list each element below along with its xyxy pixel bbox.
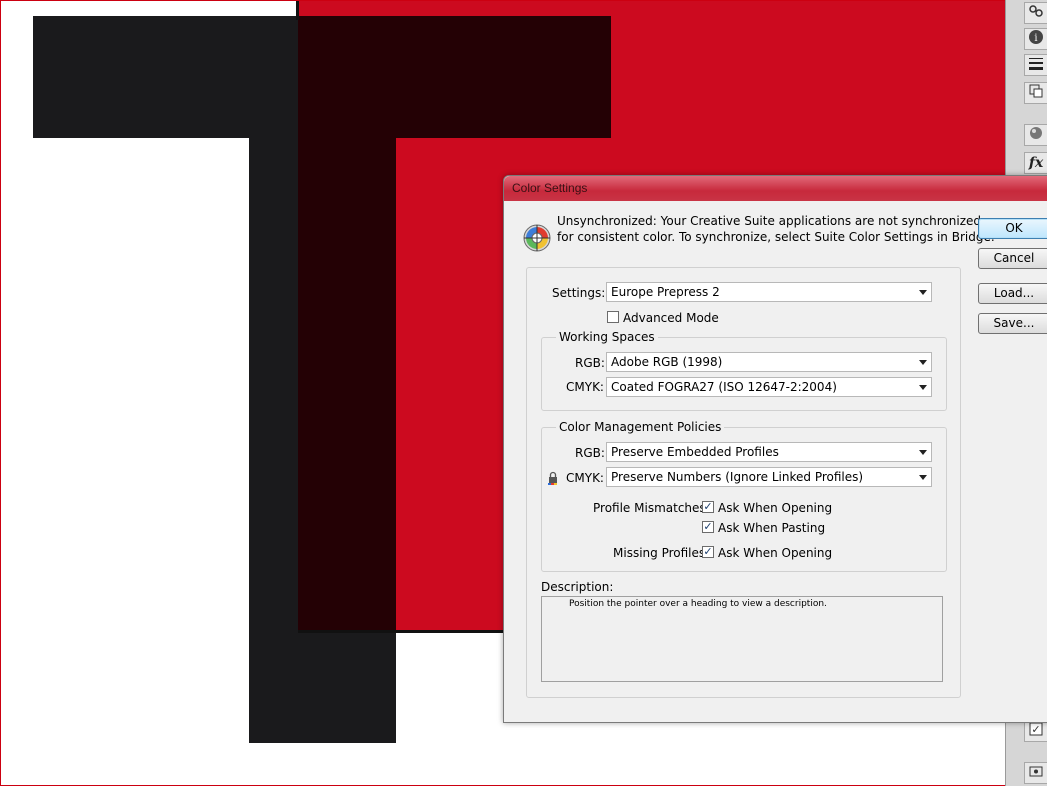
- description-box: Position the pointer over a heading to v…: [541, 596, 943, 682]
- ws-rgb-label: RGB:: [575, 356, 605, 370]
- dialog-title: Color Settings: [512, 181, 588, 195]
- ws-rgb-select[interactable]: Adobe RGB (1998): [606, 352, 932, 372]
- mismatch-ask-opening-checkbox[interactable]: ✓: [702, 501, 714, 513]
- ws-rgb-select-value: Adobe RGB (1998): [611, 355, 723, 369]
- chevron-down-icon: [919, 385, 927, 390]
- description-text: Position the pointer over a heading to v…: [569, 599, 827, 609]
- checkbox-icon-glyph: ✓: [1031, 723, 1040, 736]
- mismatch-ask-pasting-label: Ask When Pasting: [718, 521, 826, 535]
- chevron-down-icon: [919, 360, 927, 365]
- layers-icon[interactable]: [1024, 762, 1047, 784]
- settings-select-value: Europe Prepress 2: [611, 285, 720, 299]
- working-spaces-title: Working Spaces: [556, 330, 658, 344]
- color-settings-dialog: Color Settings Unsynchronized: Your Crea…: [503, 175, 1047, 723]
- stroke-icon[interactable]: [1024, 54, 1047, 76]
- lock-icon: [547, 470, 559, 485]
- transform-icon[interactable]: [1024, 82, 1047, 104]
- checkbox-icon[interactable]: ✓: [1024, 720, 1047, 742]
- swatches-icon[interactable]: [1024, 124, 1047, 146]
- profile-mismatches-label: Profile Mismatches:: [593, 501, 710, 515]
- chevron-down-icon: [919, 450, 927, 455]
- sync-message-line-1: Unsynchronized: Your Creative Suite appl…: [557, 214, 982, 228]
- mismatch-ask-pasting-checkbox[interactable]: ✓: [702, 521, 714, 533]
- ws-cmyk-select-value: Coated FOGRA27 (ISO 12647-2:2004): [611, 380, 837, 394]
- policy-cmyk-label: CMYK:: [566, 471, 604, 485]
- sync-message-line-2: for consistent color. To synchronize, se…: [557, 230, 995, 244]
- policy-rgb-select[interactable]: Preserve Embedded Profiles: [606, 442, 932, 462]
- info-icon-glyph: i: [1034, 33, 1037, 44]
- policy-rgb-label: RGB:: [575, 446, 605, 460]
- missing-ask-opening-label: Ask When Opening: [718, 546, 833, 560]
- advanced-mode-label: Advanced Mode: [623, 311, 719, 325]
- ws-cmyk-label: CMYK:: [566, 380, 604, 394]
- ws-cmyk-select[interactable]: Coated FOGRA27 (ISO 12647-2:2004): [606, 377, 932, 397]
- missing-profiles-label: Missing Profiles:: [613, 546, 710, 560]
- red-shape-bottom-edge: [298, 630, 508, 633]
- overlap-stem: [298, 16, 396, 630]
- settings-label: Settings:: [552, 286, 606, 300]
- settings-select[interactable]: Europe Prepress 2: [606, 282, 932, 302]
- description-label: Description:: [541, 580, 614, 594]
- link-icon[interactable]: [1024, 2, 1047, 24]
- ok-button[interactable]: OK: [978, 218, 1047, 239]
- mismatch-ask-opening-label: Ask When Opening: [718, 501, 833, 515]
- working-spaces-group: [541, 337, 947, 411]
- chevron-down-icon: [919, 475, 927, 480]
- chevron-down-icon: [919, 290, 927, 295]
- advanced-mode-checkbox[interactable]: [607, 311, 619, 323]
- policy-cmyk-select-value: Preserve Numbers (Ignore Linked Profiles…: [611, 470, 864, 484]
- effects-icon[interactable]: fx: [1024, 152, 1047, 174]
- save-button[interactable]: Save...: [978, 313, 1047, 334]
- cancel-button[interactable]: Cancel: [978, 248, 1047, 269]
- load-button[interactable]: Load...: [978, 283, 1047, 304]
- color-sync-icon: [522, 223, 552, 253]
- policy-rgb-select-value: Preserve Embedded Profiles: [611, 445, 779, 459]
- policy-cmyk-select[interactable]: Preserve Numbers (Ignore Linked Profiles…: [606, 467, 932, 487]
- red-shape-left-edge: [296, 0, 299, 20]
- dialog-title-bar[interactable]: Color Settings: [504, 176, 1047, 201]
- missing-ask-opening-checkbox[interactable]: ✓: [702, 546, 714, 558]
- policies-title: Color Management Policies: [556, 420, 725, 434]
- info-icon[interactable]: i: [1024, 28, 1047, 50]
